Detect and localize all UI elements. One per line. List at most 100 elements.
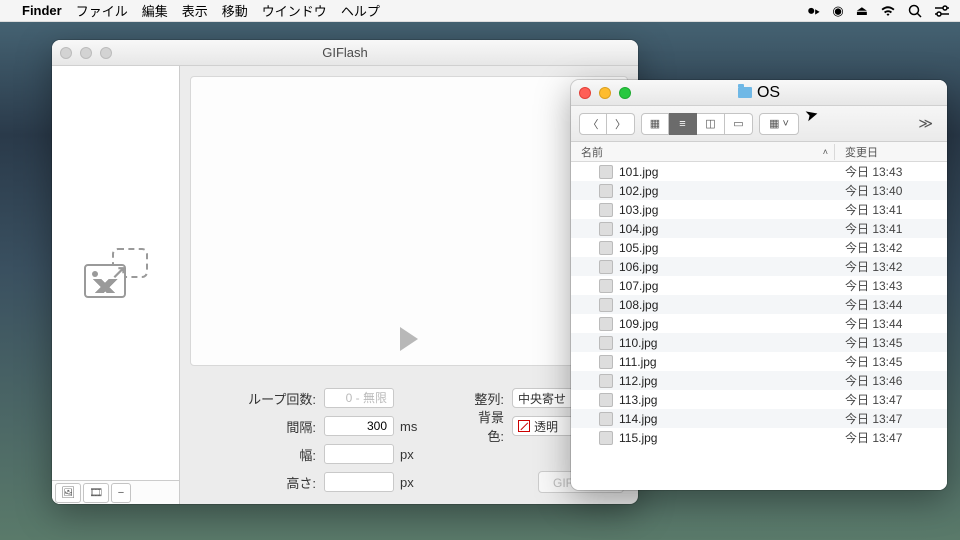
table-row[interactable]: 112.jpg今日 13:46 — [571, 371, 947, 390]
forward-button[interactable]: 〉 — [607, 113, 635, 135]
zoom-button[interactable] — [100, 47, 112, 59]
add-image-button[interactable]: 🖼 — [55, 483, 81, 503]
file-name: 115.jpg — [619, 431, 835, 445]
sidebar-toolbar: 🖼 🎞 − — [52, 480, 179, 504]
file-icon — [599, 279, 613, 293]
file-name: 105.jpg — [619, 241, 835, 255]
align-value: 中央寄せ — [518, 390, 566, 407]
view-gallery-button[interactable]: ▭ — [725, 113, 753, 135]
loop-input[interactable] — [324, 388, 394, 408]
file-name: 101.jpg — [619, 165, 835, 179]
menu-view[interactable]: 表示 — [182, 1, 208, 20]
menu-file[interactable]: ファイル — [76, 1, 128, 20]
table-row[interactable]: 102.jpg今日 13:40 — [571, 181, 947, 200]
finder-window: OS 〈 〉 ▦ ≡ ◫ ▭ ▦ ˅ ≫ 名前 ˄ 変更日 101.jpg今日 … — [571, 80, 947, 490]
file-icon — [599, 184, 613, 198]
column-name-header[interactable]: 名前 ˄ — [571, 144, 835, 160]
file-date: 今日 13:42 — [835, 239, 947, 256]
table-row[interactable]: 109.jpg今日 13:44 — [571, 314, 947, 333]
view-list-button[interactable]: ≡ — [669, 113, 697, 135]
control-center-icon[interactable] — [934, 5, 950, 17]
file-icon — [599, 336, 613, 350]
bg-value: 透明 — [534, 418, 558, 435]
back-button[interactable]: 〈 — [579, 113, 607, 135]
preview-area — [190, 76, 628, 366]
column-date-header[interactable]: 変更日 — [835, 144, 947, 160]
gifflash-titlebar[interactable]: GIFlash — [52, 40, 638, 66]
menu-window[interactable]: ウインドウ — [262, 1, 327, 20]
file-name: 103.jpg — [619, 203, 835, 217]
file-name: 104.jpg — [619, 222, 835, 236]
file-name: 107.jpg — [619, 279, 835, 293]
gifflash-window: GIFlash 🖼 🎞 − ループ回数: — [52, 40, 638, 504]
table-row[interactable]: 111.jpg今日 13:45 — [571, 352, 947, 371]
width-unit: px — [400, 447, 428, 462]
close-button[interactable] — [60, 47, 72, 59]
table-row[interactable]: 114.jpg今日 13:47 — [571, 409, 947, 428]
width-input[interactable] — [324, 444, 394, 464]
eject-icon[interactable]: ⏏ — [856, 3, 868, 19]
interval-unit: ms — [400, 419, 428, 434]
add-video-button[interactable]: 🎞 — [83, 483, 109, 503]
file-name: 108.jpg — [619, 298, 835, 312]
finder-window-title: OS — [757, 84, 780, 102]
file-name: 106.jpg — [619, 260, 835, 274]
table-row[interactable]: 101.jpg今日 13:43 — [571, 162, 947, 181]
menu-edit[interactable]: 編集 — [142, 1, 168, 20]
window-title: GIFlash — [52, 45, 638, 60]
play-icon[interactable] — [400, 327, 418, 351]
menu-go[interactable]: 移動 — [222, 1, 248, 20]
file-icon — [599, 298, 613, 312]
minimize-button[interactable] — [80, 47, 92, 59]
toolbar-overflow-button[interactable]: ≫ — [912, 115, 939, 132]
table-row[interactable]: 106.jpg今日 13:42 — [571, 257, 947, 276]
close-button[interactable] — [579, 87, 591, 99]
accessibility-icon[interactable]: ◉ — [832, 3, 843, 19]
file-name: 109.jpg — [619, 317, 835, 331]
interval-label: 間隔: — [194, 417, 324, 436]
file-icon — [599, 165, 613, 179]
file-icon — [599, 374, 613, 388]
minimize-button[interactable] — [599, 87, 611, 99]
drop-image-icon — [84, 248, 148, 298]
file-name: 114.jpg — [619, 412, 835, 426]
folder-icon — [738, 87, 752, 98]
zoom-button[interactable] — [619, 87, 631, 99]
view-columns-button[interactable]: ◫ — [697, 113, 725, 135]
table-row[interactable]: 113.jpg今日 13:47 — [571, 390, 947, 409]
drop-zone[interactable] — [52, 66, 179, 480]
file-icon — [599, 393, 613, 407]
file-name: 113.jpg — [619, 393, 835, 407]
app-name[interactable]: Finder — [22, 3, 62, 18]
loop-label: ループ回数: — [194, 389, 324, 408]
search-icon[interactable] — [908, 4, 922, 18]
file-date: 今日 13:47 — [835, 410, 947, 427]
file-date: 今日 13:46 — [835, 372, 947, 389]
interval-input[interactable] — [324, 416, 394, 436]
arrange-button[interactable]: ▦ ˅ — [759, 113, 799, 135]
table-row[interactable]: 107.jpg今日 13:43 — [571, 276, 947, 295]
file-date: 今日 13:41 — [835, 220, 947, 237]
menu-help[interactable]: ヘルプ — [341, 1, 380, 20]
table-row[interactable]: 105.jpg今日 13:42 — [571, 238, 947, 257]
menubar: Finder ファイル 編集 表示 移動 ウインドウ ヘルプ ⏺▸ ◉ ⏏ — [0, 0, 960, 22]
height-unit: px — [400, 475, 428, 490]
height-input[interactable] — [324, 472, 394, 492]
sort-asc-icon: ˄ — [823, 147, 828, 157]
file-icon — [599, 317, 613, 331]
finder-file-list[interactable]: 101.jpg今日 13:43102.jpg今日 13:40103.jpg今日 … — [571, 162, 947, 490]
table-row[interactable]: 110.jpg今日 13:45 — [571, 333, 947, 352]
file-name: 110.jpg — [619, 336, 835, 350]
file-icon — [599, 241, 613, 255]
screen-record-icon[interactable]: ⏺▸ — [808, 3, 820, 19]
wifi-icon[interactable] — [880, 5, 896, 17]
file-date: 今日 13:45 — [835, 353, 947, 370]
table-row[interactable]: 108.jpg今日 13:44 — [571, 295, 947, 314]
table-row[interactable]: 104.jpg今日 13:41 — [571, 219, 947, 238]
table-row[interactable]: 115.jpg今日 13:47 — [571, 428, 947, 447]
view-icons-button[interactable]: ▦ — [641, 113, 669, 135]
finder-titlebar[interactable]: OS — [571, 80, 947, 106]
table-row[interactable]: 103.jpg今日 13:41 — [571, 200, 947, 219]
remove-button[interactable]: − — [111, 483, 131, 503]
file-date: 今日 13:42 — [835, 258, 947, 275]
